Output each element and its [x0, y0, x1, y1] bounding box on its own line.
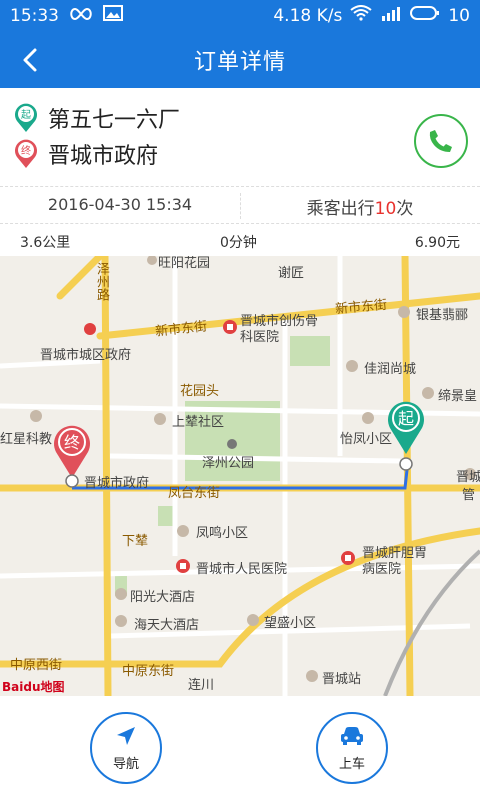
trip-count-suffix: 次 — [396, 199, 414, 219]
end-pin-icon: 终 — [15, 139, 37, 168]
map-label-poi: 海天大酒店 — [134, 618, 200, 633]
network-speed: 4.18 K/s — [273, 5, 343, 26]
infinity-icon — [69, 6, 93, 26]
start-map-badge: 起 — [398, 409, 414, 428]
map-label-area: 谢匠 — [278, 266, 305, 281]
map-logo: Baidu地图 — [2, 680, 65, 694]
map-label-road: 中原东街 — [122, 664, 175, 679]
board-button[interactable]: 上车 — [316, 712, 388, 784]
map-label-poi: 泽州公园 — [202, 456, 255, 471]
trip-duration: 0分钟 — [220, 235, 257, 251]
order-info: 2016-04-30 15:34 乘客出行10次 — [0, 186, 480, 224]
car-icon — [341, 726, 363, 745]
navigation-arrow-icon — [117, 726, 135, 745]
map-label-poi: 银基翡郦 — [416, 308, 469, 323]
start-pin-icon: 起 — [15, 103, 37, 132]
map-label-poi: 怡凤小区 — [340, 432, 393, 447]
map-label-poi: 管 — [462, 488, 476, 503]
map-label-area: 花园头 — [180, 384, 220, 399]
map-label-road: 中原西街 — [10, 658, 63, 673]
map-label-poi: 缔景皇 — [438, 389, 478, 404]
trip-count: 乘客出行10次 — [240, 194, 480, 219]
route-panel: 起 第五七一六厂 终 晋城市政府 — [0, 88, 480, 186]
page-title: 订单详情 — [193, 50, 286, 75]
trip-stats: 3.6公里 0分钟 6.90元 — [0, 224, 480, 256]
bottom-actions: 导航 上车 — [0, 696, 480, 800]
end-map-badge: 终 — [64, 433, 80, 452]
status-time: 15:33 — [10, 5, 59, 26]
start-location: 第五七一六厂 — [48, 108, 181, 133]
route-map[interactable]: 终 起 泽州路 旺阳花园 谢匠 新市东街 新市东街 晋城市城区政府 晋城市创伤骨… — [0, 256, 480, 696]
map-label-poi: 晋城市政府 — [84, 476, 150, 491]
order-date: 2016-04-30 15:34 — [47, 195, 193, 214]
map-label-poi: 上辇社区 — [172, 415, 225, 430]
map-label-poi: 佳润尚城 — [364, 362, 417, 377]
map-label-poi: 晋城 — [456, 470, 480, 485]
trip-fare: 6.90元 — [414, 235, 460, 251]
map-label-poi: 晋城肝胆胃病医院 — [362, 546, 428, 577]
map-label-poi: 晋城市创伤骨科医院 — [240, 314, 319, 345]
map-label-road: 泽州路 — [94, 262, 109, 301]
map-label-poi: 凤鸣小区 — [196, 526, 249, 541]
map-label-road: 凤台东街 — [168, 486, 221, 501]
board-label: 上车 — [338, 756, 365, 772]
trip-count-value: 10 — [374, 199, 397, 219]
end-badge: 终 — [21, 144, 31, 157]
navigate-button[interactable]: 导航 — [90, 712, 162, 784]
end-location: 晋城市政府 — [48, 144, 159, 169]
signal-icon — [380, 5, 402, 26]
map-label-area: 下辇 — [122, 534, 149, 549]
route-start: 起 第五七一六厂 — [14, 102, 180, 134]
map-label-poi: 晋城市人民医院 — [196, 562, 288, 577]
wifi-icon — [350, 5, 372, 26]
image-icon — [103, 5, 123, 26]
status-bar: 15:33 4.18 K/s 10 — [0, 0, 480, 32]
start-badge: 起 — [21, 109, 31, 121]
map-label-poi: 晋城站 — [322, 672, 362, 687]
trip-count-prefix: 乘客出行 — [306, 199, 375, 219]
battery-icon — [410, 5, 440, 26]
navigate-label: 导航 — [112, 756, 139, 772]
map-label-poi: 望盛小区 — [264, 616, 317, 631]
battery-level: 10 — [448, 5, 470, 26]
phone-icon — [429, 130, 452, 152]
route-end: 终 晋城市政府 — [14, 138, 158, 170]
map-label-poi: 晋城市城区政府 — [40, 348, 132, 363]
park-area — [158, 506, 174, 526]
map-label-poi: 旺阳花园 — [158, 256, 211, 271]
map-label-poi: 阳光大酒店 — [130, 590, 196, 605]
call-button[interactable] — [414, 114, 468, 168]
trip-distance: 3.6公里 — [20, 235, 71, 251]
header: 订单详情 — [0, 32, 480, 88]
map-label-poi: 红星科教 — [0, 432, 53, 447]
map-label-area: 连川 — [188, 678, 215, 693]
